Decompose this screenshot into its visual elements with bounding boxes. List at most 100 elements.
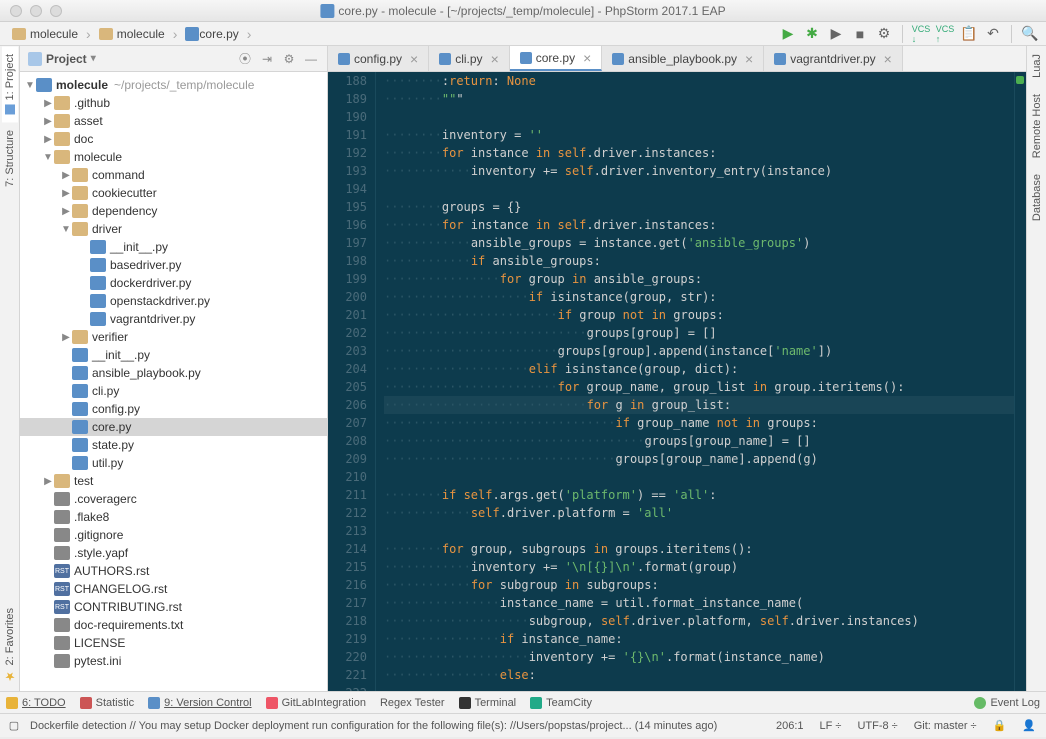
tree-item[interactable]: vagrantdriver.py bbox=[20, 310, 327, 328]
code-line[interactable] bbox=[384, 180, 1014, 198]
code-line[interactable]: ································groups[g… bbox=[384, 450, 1014, 468]
project-panel-title[interactable]: Project ▾ bbox=[28, 52, 237, 66]
tree-item[interactable]: __init__.py bbox=[20, 238, 327, 256]
regex-tool-tab[interactable]: Regex Tester bbox=[380, 697, 445, 709]
code-line[interactable]: ········if self.args.get('platform') == … bbox=[384, 486, 1014, 504]
tree-item[interactable]: ansible_playbook.py bbox=[20, 364, 327, 382]
editor-tab[interactable]: cli.py× bbox=[429, 46, 510, 71]
close-tab-icon[interactable]: × bbox=[745, 51, 753, 67]
collapse-all-button[interactable]: ⇥ bbox=[259, 51, 275, 67]
tree-item[interactable]: LICENSE bbox=[20, 634, 327, 652]
tree-item[interactable]: basedriver.py bbox=[20, 256, 327, 274]
code-line[interactable]: ····················subgroup, self.drive… bbox=[384, 612, 1014, 630]
breadcrumb-item[interactable]: molecule bbox=[6, 27, 84, 41]
code-line[interactable]: ········inventory = '' bbox=[384, 126, 1014, 144]
breadcrumb-item[interactable]: molecule bbox=[93, 27, 171, 41]
code-line[interactable]: ············if ansible_groups: bbox=[384, 252, 1014, 270]
editor-tab[interactable]: config.py× bbox=[328, 46, 429, 71]
tree-item[interactable]: state.py bbox=[20, 436, 327, 454]
expand-icon[interactable]: ▶ bbox=[60, 206, 72, 217]
tree-root[interactable]: ▼molecule~/projects/_temp/molecule bbox=[20, 76, 327, 94]
code-line[interactable]: ················else: bbox=[384, 666, 1014, 684]
tree-item[interactable]: ▼driver bbox=[20, 220, 327, 238]
vcs-history-button[interactable]: 📋 bbox=[959, 24, 979, 44]
file-encoding[interactable]: UTF-8 ÷ bbox=[853, 720, 901, 732]
profile-button[interactable]: ⚙ bbox=[874, 24, 894, 44]
tree-item[interactable]: pytest.ini bbox=[20, 652, 327, 670]
tree-item[interactable]: ▼molecule bbox=[20, 148, 327, 166]
close-tab-icon[interactable]: × bbox=[410, 51, 418, 67]
close-tab-icon[interactable]: × bbox=[884, 51, 892, 67]
tree-item[interactable]: ▶command bbox=[20, 166, 327, 184]
expand-icon[interactable]: ▼ bbox=[60, 224, 72, 235]
hide-button[interactable]: — bbox=[303, 51, 319, 67]
todo-tool-tab[interactable]: 6: TODO bbox=[6, 697, 66, 709]
luaj-tool-tab[interactable]: LuaJ bbox=[1029, 46, 1045, 86]
expand-icon[interactable]: ▶ bbox=[60, 332, 72, 343]
database-tool-tab[interactable]: Database bbox=[1029, 166, 1045, 229]
vcs-commit-button[interactable]: VCS↓ bbox=[911, 24, 931, 44]
expand-icon[interactable]: ▶ bbox=[42, 476, 54, 487]
code-line[interactable]: ····················elif isinstance(grou… bbox=[384, 360, 1014, 378]
tree-item[interactable]: .style.yapf bbox=[20, 544, 327, 562]
project-tool-tab[interactable]: 1: Project bbox=[2, 46, 18, 122]
code-line[interactable]: ············ansible_groups = instance.ge… bbox=[384, 234, 1014, 252]
version-control-tool-tab[interactable]: 9: Version Control bbox=[148, 697, 251, 709]
stop-button[interactable]: ■ bbox=[850, 24, 870, 44]
tree-item[interactable]: RSTAUTHORS.rst bbox=[20, 562, 327, 580]
code-line[interactable]: ····························for g in gro… bbox=[384, 396, 1014, 414]
editor-tab[interactable]: ansible_playbook.py× bbox=[602, 46, 764, 71]
code-line[interactable]: ········for group, subgroups in groups.i… bbox=[384, 540, 1014, 558]
settings-button[interactable]: ⚙ bbox=[281, 51, 297, 67]
expand-icon[interactable]: ▶ bbox=[42, 134, 54, 145]
vcs-revert-button[interactable]: ↶ bbox=[983, 24, 1003, 44]
tree-item[interactable]: __init__.py bbox=[20, 346, 327, 364]
tree-item[interactable]: ▶doc bbox=[20, 130, 327, 148]
favorites-tool-tab[interactable]: ★2: Favorites bbox=[1, 600, 19, 691]
tree-item[interactable]: openstackdriver.py bbox=[20, 292, 327, 310]
code-line[interactable]: ········for instance in self.driver.inst… bbox=[384, 216, 1014, 234]
remote-host-tool-tab[interactable]: Remote Host bbox=[1029, 86, 1045, 166]
tree-item[interactable]: ▶.github bbox=[20, 94, 327, 112]
expand-icon[interactable]: ▶ bbox=[42, 116, 54, 127]
code-line[interactable]: ························groups[group].ap… bbox=[384, 342, 1014, 360]
tree-item[interactable]: .gitignore bbox=[20, 526, 327, 544]
close-tab-icon[interactable]: × bbox=[583, 50, 591, 66]
tree-item[interactable]: ▶cookiecutter bbox=[20, 184, 327, 202]
terminal-tool-tab[interactable]: Terminal bbox=[459, 697, 517, 709]
code-line[interactable]: ············for subgroup in subgroups: bbox=[384, 576, 1014, 594]
code-line[interactable]: ····························groups[group… bbox=[384, 324, 1014, 342]
statistic-tool-tab[interactable]: Statistic bbox=[80, 697, 135, 709]
structure-tool-tab[interactable]: 7: Structure bbox=[2, 122, 18, 195]
code-line[interactable]: ················instance_name = util.for… bbox=[384, 594, 1014, 612]
code-line[interactable]: ················for group in ansible_gro… bbox=[384, 270, 1014, 288]
code-line[interactable]: ························for group_name, … bbox=[384, 378, 1014, 396]
tree-item[interactable]: dockerdriver.py bbox=[20, 274, 327, 292]
code-line[interactable]: ········""" bbox=[384, 90, 1014, 108]
code-line[interactable] bbox=[384, 522, 1014, 540]
code-line[interactable]: ············inventory += self.driver.inv… bbox=[384, 162, 1014, 180]
editor-tab[interactable]: core.py× bbox=[510, 46, 603, 71]
gitlab-tool-tab[interactable]: GitLabIntegration bbox=[266, 697, 366, 709]
vcs-update-button[interactable]: VCS↑ bbox=[935, 24, 955, 44]
tree-item[interactable]: .flake8 bbox=[20, 508, 327, 526]
expand-icon[interactable]: ▶ bbox=[60, 188, 72, 199]
tree-item[interactable]: cli.py bbox=[20, 382, 327, 400]
code-line[interactable] bbox=[384, 108, 1014, 126]
project-tree[interactable]: ▼molecule~/projects/_temp/molecule▶.gith… bbox=[20, 72, 327, 691]
breadcrumb-item[interactable]: core.py bbox=[179, 27, 244, 41]
code-line[interactable] bbox=[384, 684, 1014, 691]
tree-item[interactable]: .coveragerc bbox=[20, 490, 327, 508]
code-line[interactable]: ········groups = {} bbox=[384, 198, 1014, 216]
tree-item[interactable]: ▶test bbox=[20, 472, 327, 490]
expand-icon[interactable]: ▶ bbox=[42, 98, 54, 109]
code-line[interactable]: ················if instance_name: bbox=[384, 630, 1014, 648]
tree-item[interactable]: RSTCONTRIBUTING.rst bbox=[20, 598, 327, 616]
minimize-window-icon[interactable] bbox=[30, 5, 42, 17]
code-line[interactable]: ····················inventory += '{}\n'.… bbox=[384, 648, 1014, 666]
expand-icon[interactable]: ▶ bbox=[60, 170, 72, 181]
code-line[interactable]: ········for instance in self.driver.inst… bbox=[384, 144, 1014, 162]
expand-icon[interactable]: ▼ bbox=[42, 152, 54, 163]
editor[interactable]: 1881891901911921931941951961971981992002… bbox=[328, 72, 1026, 691]
search-everywhere-button[interactable]: 🔍 bbox=[1020, 24, 1040, 44]
